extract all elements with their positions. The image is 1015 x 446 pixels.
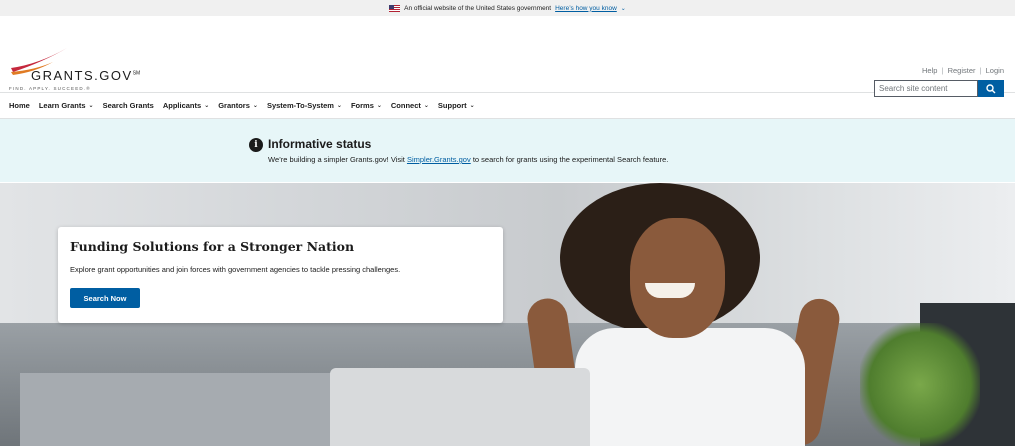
- nav-item-label: Home: [9, 101, 30, 110]
- logo-tagline: FIND. APPLY. SUCCEED.®: [9, 86, 91, 91]
- site-header: GRANTS.GOVSM FIND. APPLY. SUCCEED.® Help…: [0, 16, 1015, 97]
- search-button[interactable]: [978, 80, 1004, 97]
- chevron-down-icon[interactable]: ⌄: [621, 5, 626, 12]
- chevron-down-icon: ⌄: [423, 103, 429, 109]
- chevron-down-icon: ⌄: [336, 103, 342, 109]
- search-now-button[interactable]: Search Now: [70, 288, 140, 308]
- gov-banner: An official website of the United States…: [0, 0, 1015, 16]
- nav-item-forms[interactable]: Forms ⌄: [351, 101, 382, 110]
- nav-item-label: Search Grants: [102, 101, 154, 110]
- nav-item-label: Applicants: [162, 101, 202, 110]
- nav-item-label: System-To-System: [266, 101, 334, 110]
- search-input[interactable]: [874, 80, 978, 97]
- main-nav: Home Learn Grants ⌄ Search Grants Applicants…: [0, 93, 1015, 119]
- chevron-down-icon: ⌄: [88, 103, 94, 109]
- us-flag-icon: [389, 4, 401, 12]
- how-you-know-link[interactable]: Here’s how you know: [555, 5, 617, 12]
- chevron-down-icon: ⌄: [469, 103, 475, 109]
- separator: |: [941, 66, 944, 75]
- hero-title: Funding Solutions for a Stronger Nation: [70, 239, 355, 254]
- login-link[interactable]: Login: [986, 66, 1004, 75]
- nav-item-search-grants[interactable]: Search Grants: [103, 101, 154, 110]
- chevron-down-icon: ⌄: [252, 103, 258, 109]
- alert-body: We’re building a simpler Grants.gov! Vis…: [268, 155, 669, 164]
- nav-item-label: Connect: [390, 101, 421, 110]
- info-icon: i: [249, 138, 263, 152]
- separator: |: [979, 66, 982, 75]
- site-search: [874, 80, 1004, 97]
- utility-links: Help | Register | Login: [922, 66, 1004, 75]
- hero-card: Funding Solutions for a Stronger Nation …: [58, 227, 503, 323]
- gov-banner-text: An official website of the United States…: [404, 4, 552, 12]
- nav-item-label: Learn Grants: [38, 101, 86, 110]
- grants-gov-logo[interactable]: GRANTS.GOVSM FIND. APPLY. SUCCEED.®: [9, 46, 159, 94]
- nav-item-label: Forms: [350, 101, 374, 110]
- nav-item-label: Grantors: [218, 101, 250, 110]
- simpler-grants-link[interactable]: Simpler.Grants.gov: [407, 155, 471, 164]
- nav-item-support[interactable]: Support ⌄: [438, 101, 475, 110]
- nav-item-connect[interactable]: Connect ⌄: [391, 101, 429, 110]
- alert-title: Informative status: [268, 137, 372, 151]
- nav-item-grantors[interactable]: Grantors ⌄: [218, 101, 258, 110]
- help-link[interactable]: Help: [922, 66, 937, 75]
- nav-item-home[interactable]: Home: [9, 101, 30, 110]
- nav-item-label: Support: [437, 101, 467, 110]
- chevron-down-icon: ⌄: [204, 103, 210, 109]
- register-link[interactable]: Register: [948, 66, 976, 75]
- nav-item-applicants[interactable]: Applicants ⌄: [163, 101, 209, 110]
- informative-status-alert: i Informative status We’re building a si…: [0, 119, 1015, 182]
- logo-wordmark: GRANTS.GOVSM: [31, 68, 141, 83]
- hero-description: Explore grant opportunities and join for…: [70, 265, 401, 274]
- nav-item-system-to-system[interactable]: System-To-System ⌄: [267, 101, 342, 110]
- search-icon: [986, 83, 996, 93]
- chevron-down-icon: ⌄: [376, 103, 382, 109]
- nav-item-learn-grants[interactable]: Learn Grants ⌄: [39, 101, 94, 110]
